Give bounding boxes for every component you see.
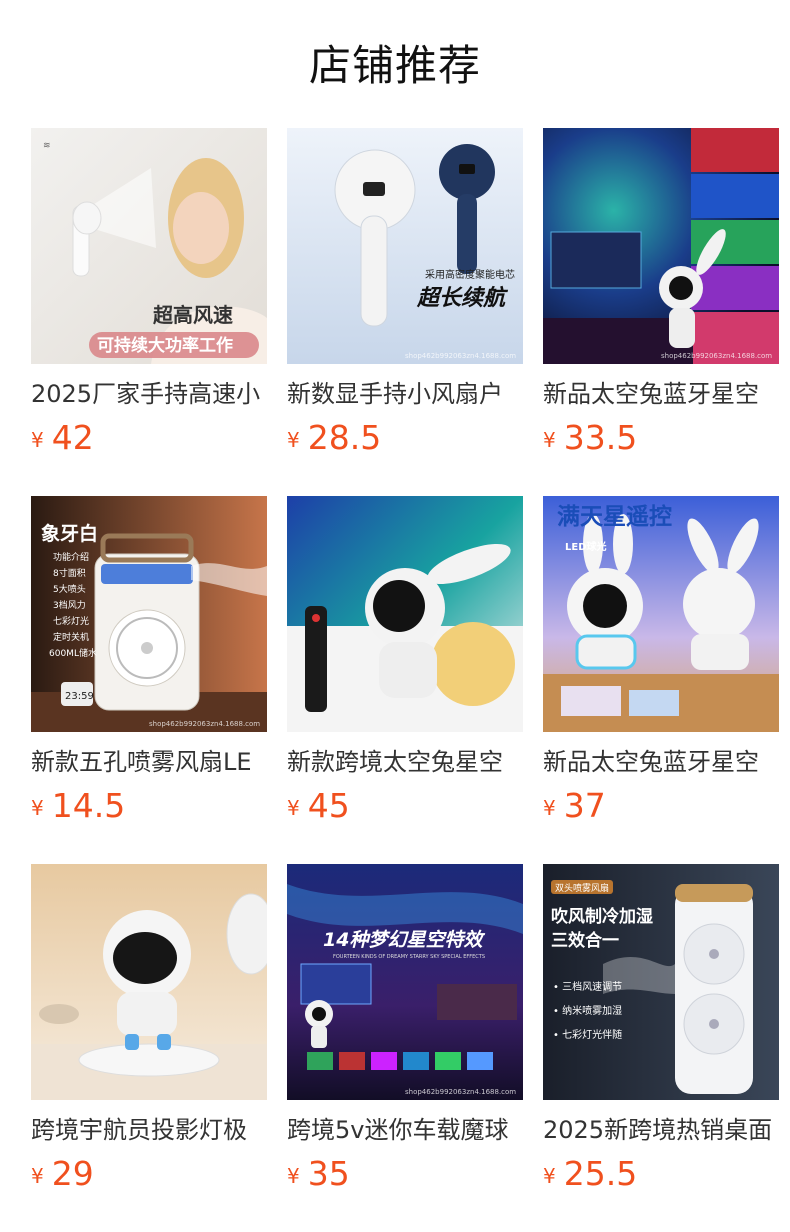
feature-text: 七彩灯光 xyxy=(53,615,89,627)
product-name[interactable]: 跨境5v迷你车载魔球 xyxy=(287,1112,523,1148)
product-grid: ≋ 超高风速 可持续大功率工作 2025厂家手持高速小 ¥42 采用高密度聚能电… xyxy=(0,0,790,1232)
product-price: ¥42 xyxy=(31,416,94,460)
product-name[interactable]: 新数显手持小风扇户 xyxy=(287,376,523,412)
feature-text: 功能介绍 xyxy=(53,551,89,563)
product-name[interactable]: 跨境宇航员投影灯极 xyxy=(31,1112,267,1148)
product-image-car-magic-ball[interactable]: 14种梦幻星空特效 FOURTEEN KINDS OF DREAMY STARR… xyxy=(287,864,523,1100)
image-caption-1: 吹风制冷加湿 xyxy=(551,906,653,927)
product-name[interactable]: 新品太空兔蓝牙星空 xyxy=(543,376,779,412)
currency-symbol: ¥ xyxy=(287,1164,300,1188)
product-name[interactable]: 新款五孔喷雾风扇LE xyxy=(31,744,267,780)
feature-text: 5大喷头 xyxy=(53,583,86,595)
product-price: ¥14.5 xyxy=(31,784,125,828)
product-price: ¥33.5 xyxy=(543,416,637,460)
svg-text:≋: ≋ xyxy=(43,141,51,151)
product-card[interactable]: shop462b992063zn4.1688.com 新品太空兔蓝牙星空 ¥33… xyxy=(543,128,779,458)
watermark: shop462b992063zn4.1688.com xyxy=(405,352,516,360)
product-price: ¥28.5 xyxy=(287,416,381,460)
price-value: 42 xyxy=(51,418,94,457)
currency-symbol: ¥ xyxy=(287,428,300,452)
feature-text: 定时关机 xyxy=(53,631,89,643)
product-image-astronaut-rabbit-moon[interactable] xyxy=(287,496,523,732)
currency-symbol: ¥ xyxy=(31,1164,44,1188)
price-value: 25.5 xyxy=(563,1154,638,1193)
watermark: shop462b992063zn4.1688.com xyxy=(149,720,260,728)
currency-symbol: ¥ xyxy=(31,428,44,452)
product-name[interactable]: 2025厂家手持高速小 xyxy=(31,376,267,412)
product-price: ¥45 xyxy=(287,784,350,828)
image-caption-2: LED球光 xyxy=(565,540,607,553)
image-caption-color: 象牙白 xyxy=(41,522,98,545)
product-card[interactable]: 新款跨境太空兔星空 ¥45 xyxy=(287,496,523,826)
product-image-digital-fan[interactable]: 采用高密度聚能电芯 超长续航 shop462b992063zn4.1688.co… xyxy=(287,128,523,364)
product-name[interactable]: 新品太空兔蓝牙星空 xyxy=(543,744,779,780)
image-caption-1: 满天星遥控 xyxy=(557,503,672,530)
price-value: 29 xyxy=(51,1154,94,1193)
price-value: 45 xyxy=(307,786,350,825)
image-caption-1: 采用高密度聚能电芯 xyxy=(425,268,515,281)
product-card[interactable]: 采用高密度聚能电芯 超长续航 shop462b992063zn4.1688.co… xyxy=(287,128,523,458)
price-value: 37 xyxy=(563,786,606,825)
product-image-spray-fan[interactable]: 23:59 象牙白 功能介绍 8寸面积 5大喷头 3档风力 七彩灯光 定时关机 … xyxy=(31,496,267,732)
image-badge: 双头喷雾风扇 xyxy=(555,882,609,894)
product-image-rabbit-projector-pair[interactable]: 满天星遥控 LED球光 xyxy=(543,496,779,732)
currency-symbol: ¥ xyxy=(543,428,556,452)
image-caption-1: 14种梦幻星空特效 xyxy=(323,929,485,951)
product-card[interactable]: 双头喷雾风扇 吹风制冷加湿 三效合一 • 三档风速调节 • 纳米喷雾加湿 • 七… xyxy=(543,864,779,1194)
price-value: 35 xyxy=(307,1154,350,1193)
product-image-space-rabbit-projector[interactable]: shop462b992063zn4.1688.com xyxy=(543,128,779,364)
feature-text: 3档风力 xyxy=(53,599,86,611)
feature-text: • 三档风速调节 xyxy=(553,980,622,993)
product-image-dual-spray-fan[interactable]: 双头喷雾风扇 吹风制冷加湿 三效合一 • 三档风速调节 • 纳米喷雾加湿 • 七… xyxy=(543,864,779,1100)
price-value: 14.5 xyxy=(51,786,126,825)
product-price: ¥35 xyxy=(287,1152,350,1196)
product-card[interactable]: ≋ 超高风速 可持续大功率工作 2025厂家手持高速小 ¥42 xyxy=(31,128,267,458)
price-value: 28.5 xyxy=(307,418,382,457)
currency-symbol: ¥ xyxy=(543,1164,556,1188)
image-caption-2: 可持续大功率工作 xyxy=(97,335,233,356)
price-value: 33.5 xyxy=(563,418,638,457)
product-price: ¥29 xyxy=(31,1152,94,1196)
currency-symbol: ¥ xyxy=(543,796,556,820)
feature-text: 8寸面积 xyxy=(53,567,86,579)
image-caption-2: 三效合一 xyxy=(551,930,619,951)
product-name[interactable]: 2025新跨境热销桌面 xyxy=(543,1112,779,1148)
product-price: ¥37 xyxy=(543,784,606,828)
clock-display: 23:59 xyxy=(65,691,94,702)
product-card[interactable]: 14种梦幻星空特效 FOURTEEN KINDS OF DREAMY STARR… xyxy=(287,864,523,1194)
feature-text: 600ML储水 xyxy=(49,647,97,659)
currency-symbol: ¥ xyxy=(287,796,300,820)
currency-symbol: ¥ xyxy=(31,796,44,820)
product-image-astronaut-lamp[interactable] xyxy=(31,864,267,1100)
watermark: shop462b992063zn4.1688.com xyxy=(405,1088,516,1096)
store-recommendations-page: 店铺推荐 ≋ 超高风速 可持续大功率工作 2025厂家手持高速小 ¥ 42 采用… xyxy=(0,0,790,1232)
image-caption-2: 超长续航 xyxy=(416,285,509,311)
feature-text: • 七彩灯光伴随 xyxy=(553,1028,622,1041)
feature-text: • 纳米喷雾加湿 xyxy=(553,1004,622,1017)
product-price: ¥25.5 xyxy=(543,1152,637,1196)
product-card[interactable]: 跨境宇航员投影灯极 ¥29 xyxy=(31,864,267,1194)
product-name[interactable]: 新款跨境太空兔星空 xyxy=(287,744,523,780)
image-caption-2: FOURTEEN KINDS OF DREAMY STARRY SKY SPEC… xyxy=(333,954,485,960)
product-card[interactable]: 23:59 象牙白 功能介绍 8寸面积 5大喷头 3档风力 七彩灯光 定时关机 … xyxy=(31,496,267,826)
image-caption-1: 超高风速 xyxy=(152,303,233,327)
watermark: shop462b992063zn4.1688.com xyxy=(661,352,772,360)
product-card[interactable]: 满天星遥控 LED球光 新品太空兔蓝牙星空 ¥37 xyxy=(543,496,779,826)
product-image-handheld-fan[interactable]: ≋ 超高风速 可持续大功率工作 xyxy=(31,128,267,364)
